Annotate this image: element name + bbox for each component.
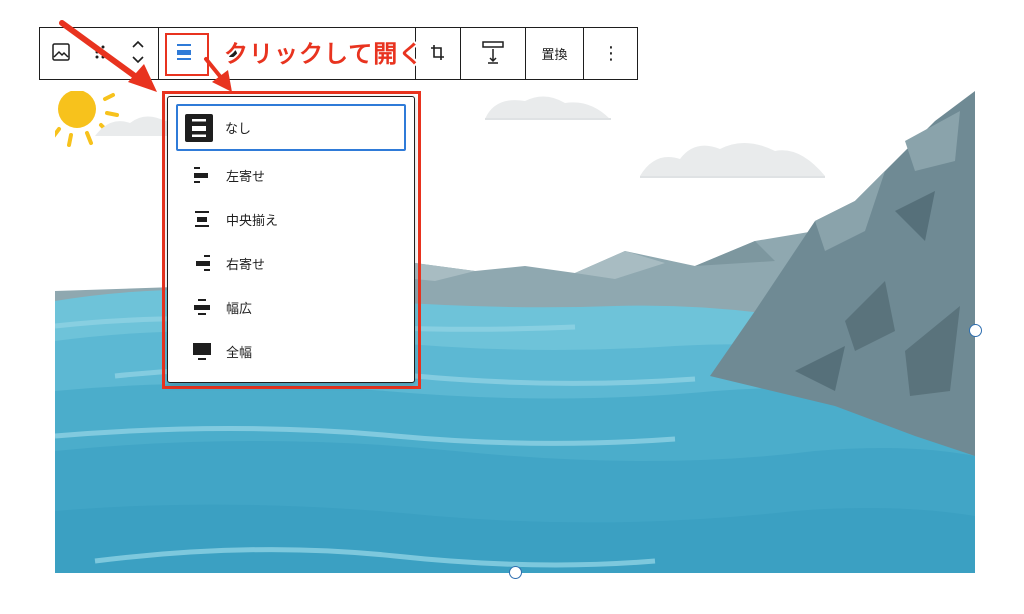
menu-item-align-right[interactable]: 右寄せ <box>176 241 406 285</box>
align-center-icon <box>190 207 214 231</box>
menu-item-label: 右寄せ <box>226 257 266 273</box>
align-full-icon <box>190 339 214 363</box>
menu-item-label: なし <box>225 122 252 137</box>
align-wide-icon <box>190 295 214 319</box>
menu-item-label: 幅広 <box>226 301 253 317</box>
arrow-long <box>59 20 157 92</box>
menu-item-align-center[interactable]: 中央揃え <box>176 197 406 241</box>
annotation-arrows <box>59 20 232 92</box>
alignment-menu: なし 左寄せ 中央揃え 右寄せ 幅広 全幅 <box>167 96 415 383</box>
menu-item-label: 全幅 <box>226 345 253 361</box>
align-right-icon <box>190 251 214 275</box>
menu-item-align-wide[interactable]: 幅広 <box>176 285 406 329</box>
menu-item-label: 中央揃え <box>226 213 279 229</box>
menu-item-label: 左寄せ <box>226 169 266 185</box>
menu-item-align-full[interactable]: 全幅 <box>176 329 406 373</box>
align-none-icon <box>185 113 213 142</box>
menu-item-none[interactable]: なし <box>176 104 406 151</box>
menu-item-align-left[interactable]: 左寄せ <box>176 153 406 197</box>
align-left-icon <box>190 163 214 187</box>
arrow-short <box>204 57 232 92</box>
